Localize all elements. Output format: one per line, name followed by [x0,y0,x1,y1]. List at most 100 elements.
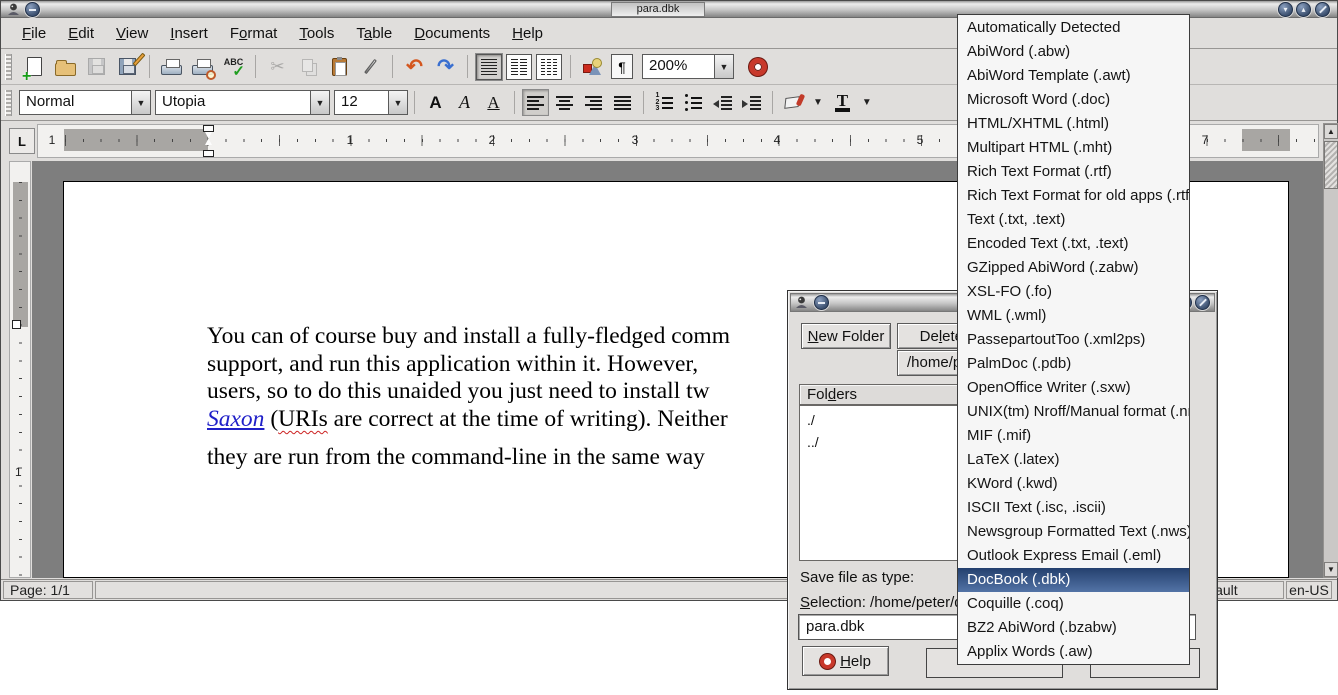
open-button[interactable] [50,53,81,81]
maximize-button[interactable]: ▴ [1296,2,1311,17]
file-type-option[interactable]: HTML/XHTML (.html) [958,112,1189,136]
file-type-option[interactable]: Automatically Detected [958,16,1189,40]
file-type-option[interactable]: Outlook Express Email (.eml) [958,544,1189,568]
dialog-help-button[interactable]: Help [802,646,889,676]
scroll-up-button[interactable]: ▲ [1324,124,1338,139]
file-type-option[interactable]: Rich Text Format (.rtf) [958,160,1189,184]
bullet-list-button[interactable] [680,89,707,116]
file-type-option[interactable]: PalmDoc (.pdb) [958,352,1189,376]
print-preview-button[interactable] [187,53,218,81]
file-type-option[interactable]: Newsgroup Formatted Text (.nws) [958,520,1189,544]
font-dropdown-button[interactable]: ▼ [310,90,330,115]
toolbar-grip[interactable] [5,54,12,80]
print-icon [161,65,182,75]
close-button[interactable] [1315,2,1330,17]
spellcheck-button[interactable]: ABC✓ [218,53,249,81]
highlight-color-button[interactable] [780,89,807,116]
file-type-option[interactable]: GZipped AbiWord (.zabw) [958,256,1189,280]
vertical-ruler[interactable]: 1 [9,161,31,578]
redo-button[interactable]: ↷ [430,53,461,81]
file-type-option[interactable]: WML (.wml) [958,304,1189,328]
menu-insert[interactable]: Insert [159,21,219,46]
hyperlink[interactable]: Saxon [207,406,264,432]
scrollbar-thumb[interactable] [1324,141,1338,189]
show-paragraphs-button[interactable]: ¶ [611,54,633,79]
font-size-value[interactable]: 12 [334,90,388,115]
align-right-button[interactable] [580,89,607,116]
font-color-dropdown[interactable]: ▼ [862,97,872,108]
paste-button[interactable] [324,53,355,81]
print-button[interactable] [156,53,187,81]
file-type-option[interactable]: ISCII Text (.isc, .iscii) [958,496,1189,520]
numbered-list-button[interactable]: 123 [651,89,678,116]
indent-more-button[interactable] [738,89,765,116]
save-as-button[interactable] [112,53,143,81]
align-center-button[interactable] [551,89,578,116]
top-margin-marker[interactable] [12,320,21,329]
document-scrollbar[interactable]: ▲ ▼ [1323,123,1338,578]
file-type-option[interactable]: AbiWord (.abw) [958,40,1189,64]
menu-view[interactable]: View [105,21,159,46]
tab-stop-selector[interactable]: L [9,128,35,154]
file-type-option[interactable]: OpenOffice Writer (.sxw) [958,376,1189,400]
new-document-button[interactable]: + [19,53,50,81]
align-left-button[interactable] [522,89,549,116]
menu-format[interactable]: Format [219,21,289,46]
ruler-number: 1 [347,133,354,147]
menu-table[interactable]: Table [345,21,403,46]
first-line-indent-marker[interactable] [203,125,214,132]
underline-button[interactable]: A [480,89,507,116]
style-value[interactable]: Normal [19,90,131,115]
file-type-option[interactable]: Applix Words (.aw) [958,640,1189,664]
highlight-color-icon [783,92,805,114]
window-menu-button[interactable] [25,2,40,17]
left-indent-marker[interactable] [203,150,214,157]
file-type-option[interactable]: Rich Text Format for old apps (.rtf) [958,184,1189,208]
font-color-button[interactable]: T [829,89,856,116]
font-color-icon: T [835,93,850,112]
help-button[interactable] [742,53,773,81]
dialog-window-menu-button[interactable] [814,295,829,310]
minimize-button[interactable]: ▾ [1278,2,1293,17]
file-type-option[interactable]: Multipart HTML (.mht) [958,136,1189,160]
file-type-option[interactable]: DocBook (.dbk) [958,568,1189,592]
file-type-option[interactable]: PassepartoutToo (.xml2ps) [958,328,1189,352]
file-type-option[interactable]: Encoded Text (.txt, .text) [958,232,1189,256]
font-size-dropdown-button[interactable]: ▼ [388,90,408,115]
style-combo: Normal ▼ [19,90,151,115]
view-three-columns-button[interactable] [536,54,562,80]
menu-file[interactable]: File [11,21,57,46]
view-two-columns-button[interactable] [506,54,532,80]
zoom-input[interactable]: 200% [642,54,714,79]
style-dropdown-button[interactable]: ▼ [131,90,151,115]
file-type-option[interactable]: Text (.txt, .text) [958,208,1189,232]
menu-tools[interactable]: Tools [288,21,345,46]
file-type-option[interactable]: BZ2 AbiWord (.bzabw) [958,616,1189,640]
highlight-color-dropdown[interactable]: ▼ [813,97,823,108]
file-type-option[interactable]: MIF (.mif) [958,424,1189,448]
menu-documents[interactable]: Documents [403,21,501,46]
view-one-column-button[interactable] [476,54,502,80]
font-value[interactable]: Utopia [155,90,310,115]
italic-button[interactable]: A [451,89,478,116]
new-folder-button[interactable]: New Folder [801,323,891,349]
file-type-option[interactable]: XSL-FO (.fo) [958,280,1189,304]
file-type-option[interactable]: Coquille (.coq) [958,592,1189,616]
insert-shapes-button[interactable] [577,53,608,81]
zoom-dropdown-button[interactable]: ▼ [714,54,734,79]
indent-less-button[interactable] [709,89,736,116]
bold-button[interactable]: A [422,89,449,116]
file-type-option[interactable]: LaTeX (.latex) [958,448,1189,472]
file-type-option[interactable]: KWord (.kwd) [958,472,1189,496]
toolbar-grip[interactable] [5,90,12,116]
menu-help[interactable]: Help [501,21,554,46]
file-type-option[interactable]: AbiWord Template (.awt) [958,64,1189,88]
align-justify-button[interactable] [609,89,636,116]
file-type-option[interactable]: Microsoft Word (.doc) [958,88,1189,112]
scroll-down-button[interactable]: ▼ [1324,562,1338,577]
undo-button[interactable]: ↶ [399,53,430,81]
dialog-close-button[interactable] [1195,295,1210,310]
menu-edit[interactable]: Edit [57,21,105,46]
file-type-option[interactable]: UNIX(tm) Nroff/Manual format (.nroff) [958,400,1189,424]
format-painter-button[interactable] [355,53,386,81]
